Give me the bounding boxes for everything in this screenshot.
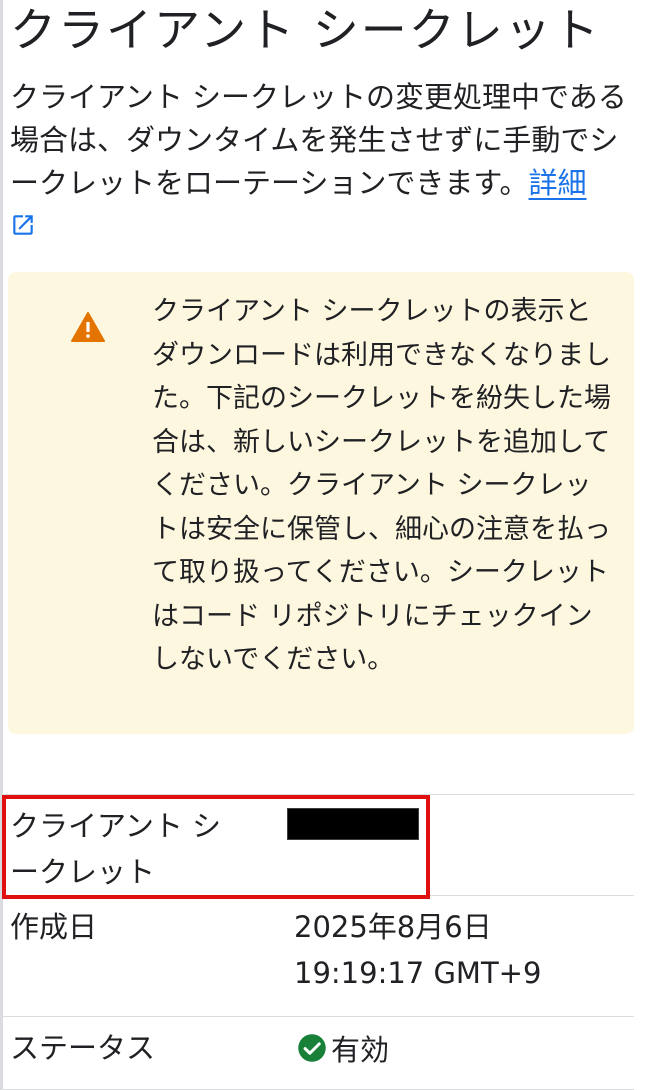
table-row-status: ステータス 有効 [0,1016,634,1090]
warning-banner: クライアント シークレットの表示とダウンロードは利用できなくなりました。下記のシ… [8,272,634,734]
warning-text: クライアント シークレットの表示とダウンロードは利用できなくなりました。下記のシ… [152,296,611,675]
table-row-created: 作成日 2025年8月6日 19:19:17 GMT+9 [0,895,634,1016]
status-text: 有効 [331,1033,390,1067]
learn-more-link[interactable]: 詳細 [529,166,587,200]
status-label: ステータス [10,1031,156,1065]
open-in-new-icon[interactable] [10,207,36,250]
description-text: クライアント シークレットの変更処理中である場合は、ダウンタイムを発生させずに手… [10,76,635,250]
highlight-annotation [2,795,430,899]
status-value: 有効 [297,1025,389,1071]
check-circle-icon [297,1033,327,1063]
created-value: 2025年8月6日 19:19:17 GMT+9 [294,910,542,990]
created-label: 作成日 [10,910,98,944]
warning-icon [71,312,105,342]
page-title: クライアント シークレット [10,3,601,57]
